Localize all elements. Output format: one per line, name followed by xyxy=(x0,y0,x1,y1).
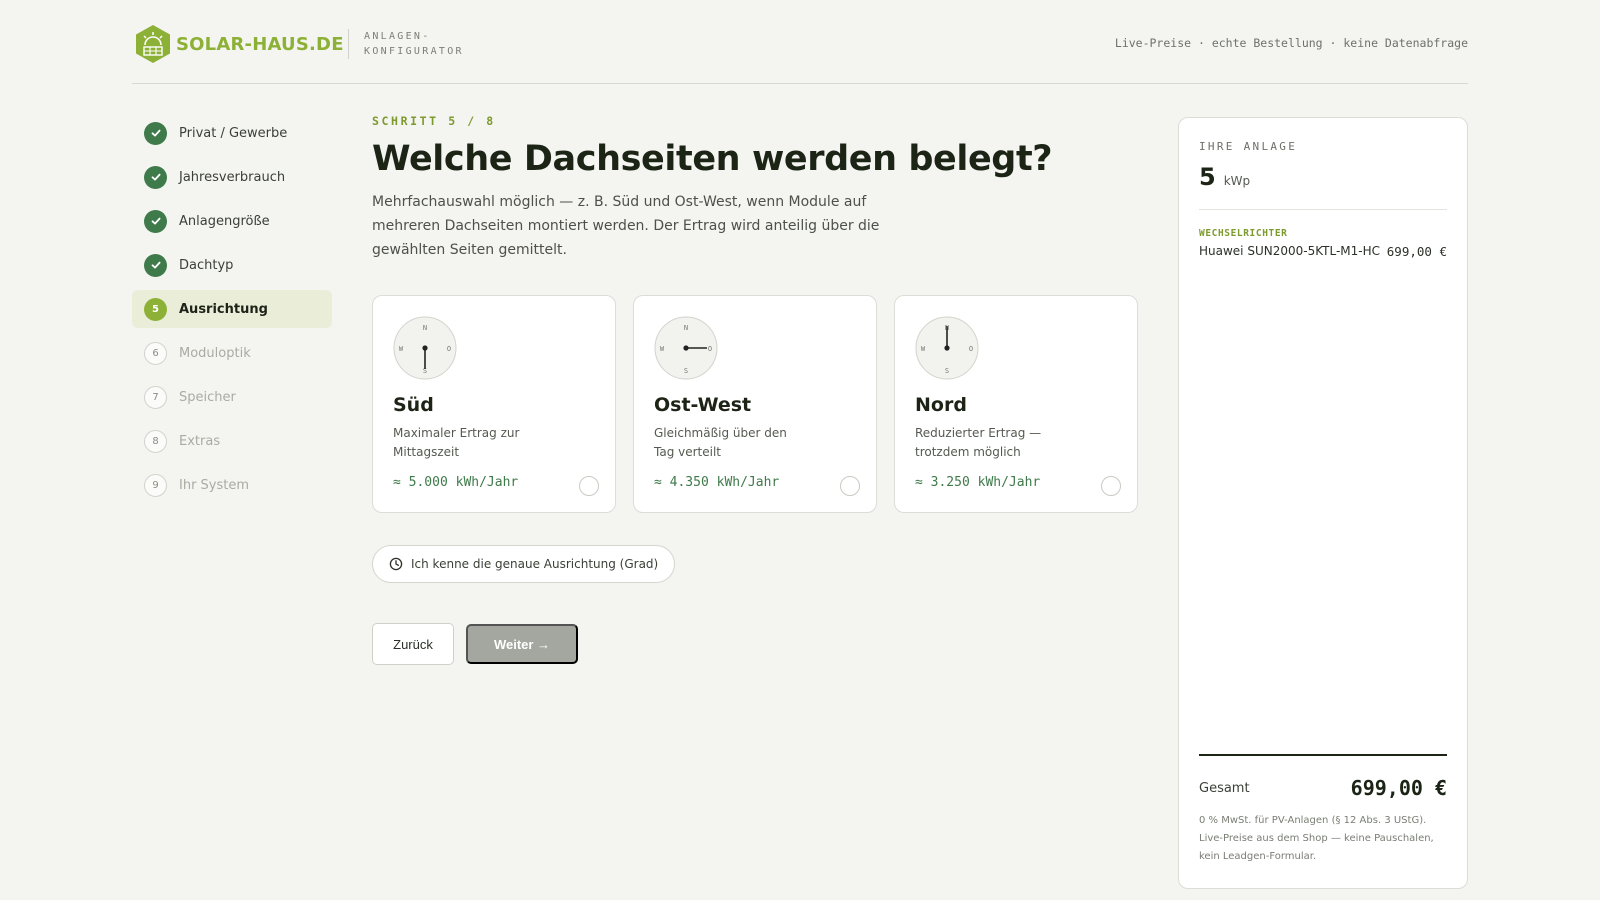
svg-text:O: O xyxy=(969,345,973,353)
option-card-sued[interactable]: N S W O Süd Maximaler Ertrag zur Mittags… xyxy=(372,295,616,513)
option-radio[interactable] xyxy=(579,476,599,496)
step-status-icon: 7 xyxy=(144,385,167,409)
brand-name: SOLAR-HAUS.DE xyxy=(176,33,344,55)
step-item-1[interactable]: Privat / Gewerbe xyxy=(132,114,332,152)
step-label: Jahresverbrauch xyxy=(179,169,286,185)
system-summary-panel: IHRE ANLAGE 5 kWp WECHSELRICHTER Huawei … xyxy=(1178,117,1468,889)
header-divider xyxy=(348,29,349,59)
step-status-icon: 5 xyxy=(144,297,167,321)
total-value: 699,00 € xyxy=(1350,776,1447,800)
summary-kwp: 5 kWp xyxy=(1199,163,1447,210)
site-header: SOLAR-HAUS.DE ANLAGEN-KONFIGURATOR Live-… xyxy=(132,0,1468,84)
option-card-nord[interactable]: N S W O Nord Reduzierter Ertrag — trotzd… xyxy=(894,295,1138,513)
inverter-section-label: WECHSELRICHTER xyxy=(1199,228,1288,239)
option-radio[interactable] xyxy=(840,476,860,496)
option-yield: ≈ 4.350 kWh/Jahr xyxy=(654,475,780,490)
inverter-name: Huawei SUN2000-5KTL-M1-HC xyxy=(1199,244,1381,258)
compass-south-icon: N S W O xyxy=(393,316,457,380)
option-card-ost-west[interactable]: N S W O Ost-West Gleichmäßig über den Ta… xyxy=(633,295,877,513)
page-description: Mehrfachauswahl möglich — z. B. Süd und … xyxy=(372,194,880,258)
header-tagline: Live-Preise · echte Bestellung · keine D… xyxy=(1114,36,1468,50)
exact-orientation-toggle[interactable]: Ich kenne die genaue Ausrichtung (Grad) xyxy=(372,545,676,583)
inverter-line-item: Huawei SUN2000-5KTL-M1-HC 699,00 € xyxy=(1199,244,1447,259)
summary-footer: Gesamt 699,00 € 0 % MwSt. für PV-Anlagen… xyxy=(1199,754,1447,866)
svg-text:N: N xyxy=(423,324,427,332)
option-description: Gleichmäßig über den Tag verteilt xyxy=(654,426,787,459)
option-description: Maximaler Ertrag zur Mittagszeit xyxy=(393,426,520,459)
step-status-icon: 9 xyxy=(144,473,167,497)
option-title: Ost-West xyxy=(654,394,752,416)
navigation-buttons: Zurück Weiter → xyxy=(372,623,1142,665)
tax-note: 0 % MwSt. für PV-Anlagen (§ 12 Abs. 3 US… xyxy=(1199,815,1434,862)
svg-text:S: S xyxy=(945,367,949,375)
svg-text:N: N xyxy=(684,324,688,332)
step-label: Speicher xyxy=(179,389,236,405)
step-label: Privat / Gewerbe xyxy=(179,125,288,141)
compass-north-icon: N S W O xyxy=(915,316,979,380)
clock-icon xyxy=(389,557,403,571)
page-title: Welche Dachseiten werden belegt? xyxy=(372,139,1053,179)
inverter-price: 699,00 € xyxy=(1386,244,1447,259)
summary-heading: IHRE ANLAGE xyxy=(1199,140,1298,153)
step-counter: SCHRITT 5 / 8 xyxy=(372,114,496,128)
check-icon xyxy=(144,209,167,233)
step-status-icon: 6 xyxy=(144,341,167,365)
back-button[interactable]: Zurück xyxy=(372,623,454,665)
check-icon xyxy=(144,165,167,189)
step-item-9[interactable]: 9 Ihr System xyxy=(132,466,332,504)
step-label: Ihr System xyxy=(179,477,250,493)
step-navigation: Privat / Gewerbe Jahresverbrauch Anlagen… xyxy=(132,114,332,510)
kwp-value: 5 xyxy=(1199,163,1216,191)
step-item-6[interactable]: 6 Moduloptik xyxy=(132,334,332,372)
step-label: Moduloptik xyxy=(179,345,251,361)
step-item-3[interactable]: Anlagengröße xyxy=(132,202,332,240)
check-icon xyxy=(144,121,167,145)
svg-text:S: S xyxy=(684,367,688,375)
step-status-icon: 8 xyxy=(144,429,167,453)
step-item-7[interactable]: 7 Speicher xyxy=(132,378,332,416)
total-row: Gesamt 699,00 € xyxy=(1199,776,1447,800)
option-title: Nord xyxy=(915,394,967,416)
option-yield: ≈ 5.000 kWh/Jahr xyxy=(393,475,519,490)
option-description: Reduzierter Ertrag — trotzdem möglich xyxy=(915,426,1042,459)
main-content: SCHRITT 5 / 8 Welche Dachseiten werden b… xyxy=(372,114,1142,665)
header-subtitle: ANLAGEN-KONFIGURATOR xyxy=(364,31,464,57)
next-button[interactable]: Weiter → xyxy=(466,624,578,664)
compass-east-west-icon: N S W O xyxy=(654,316,718,380)
kwp-unit: kWp xyxy=(1223,174,1251,188)
step-item-5[interactable]: 5 Ausrichtung xyxy=(132,290,332,328)
step-label: Dachtyp xyxy=(179,257,234,273)
step-label: Anlagengröße xyxy=(179,213,270,229)
step-item-2[interactable]: Jahresverbrauch xyxy=(132,158,332,196)
step-item-4[interactable]: Dachtyp xyxy=(132,246,332,284)
svg-text:O: O xyxy=(447,345,451,353)
check-icon xyxy=(144,253,167,277)
total-label: Gesamt xyxy=(1199,780,1250,796)
option-yield: ≈ 3.250 kWh/Jahr xyxy=(915,475,1041,490)
step-label: Ausrichtung xyxy=(179,301,268,317)
step-label: Extras xyxy=(179,433,221,449)
exact-orientation-label: Ich kenne die genaue Ausrichtung (Grad) xyxy=(411,557,659,571)
step-item-8[interactable]: 8 Extras xyxy=(132,422,332,460)
orientation-options: N S W O Süd Maximaler Ertrag zur Mittags… xyxy=(372,295,1142,513)
option-radio[interactable] xyxy=(1101,476,1121,496)
solar-house-logo-icon xyxy=(136,25,170,63)
svg-text:O: O xyxy=(708,345,712,353)
brand-logo[interactable]: SOLAR-HAUS.DE xyxy=(134,24,344,64)
option-title: Süd xyxy=(393,394,434,416)
